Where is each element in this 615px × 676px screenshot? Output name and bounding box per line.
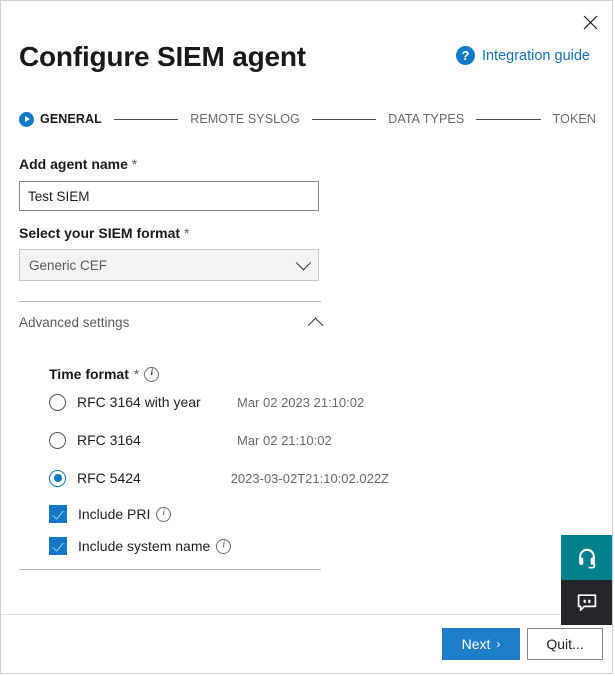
radio-rfc3164-with-year[interactable]: RFC 3164 with year Mar 02 2023 21:10:02 xyxy=(49,391,389,413)
checkbox-label-text: Include PRI xyxy=(78,506,150,522)
step-label: GENERAL xyxy=(40,112,102,126)
step-data-types[interactable]: DATA TYPES xyxy=(388,112,464,126)
required-asterisk: * xyxy=(134,366,139,382)
chevron-up-icon xyxy=(308,317,324,333)
close-icon[interactable] xyxy=(574,7,606,37)
radio-label: RFC 5424 xyxy=(77,470,231,486)
siem-format-label-text: Select your SIEM format xyxy=(19,225,180,241)
radio-sample: 2023-03-02T21:10:02.022Z xyxy=(231,471,389,486)
configure-siem-agent-dialog: Configure SIEM agent ? Integration guide… xyxy=(0,0,613,674)
info-icon[interactable]: i xyxy=(144,367,159,382)
step-label: REMOTE SYSLOG xyxy=(190,112,300,126)
radio-icon xyxy=(49,394,66,411)
step-remote-syslog[interactable]: REMOTE SYSLOG xyxy=(190,112,300,126)
page-title: Configure SIEM agent xyxy=(19,39,306,75)
checkbox-label-text: Include system name xyxy=(78,538,210,554)
agent-name-label-text: Add agent name xyxy=(19,156,128,172)
support-headset-icon xyxy=(577,547,597,569)
agent-name-input[interactable] xyxy=(19,181,319,211)
support-widget-button[interactable] xyxy=(561,535,612,580)
next-button[interactable]: Next › xyxy=(442,628,520,660)
step-connector xyxy=(114,119,178,120)
chat-bubble-icon xyxy=(576,593,598,613)
quit-button[interactable]: Quit... xyxy=(527,628,603,660)
radio-sample: Mar 02 21:10:02 xyxy=(237,433,332,448)
chat-widget-button[interactable] xyxy=(561,580,612,625)
checkbox-icon xyxy=(49,537,67,555)
siem-format-label: Select your SIEM format * xyxy=(19,225,189,241)
radio-label: RFC 3164 with year xyxy=(77,394,237,410)
dialog-header: Configure SIEM agent ? Integration guide xyxy=(1,39,612,79)
step-connector xyxy=(312,119,376,120)
integration-guide-label: Integration guide xyxy=(482,48,590,64)
wizard-stepper: GENERAL REMOTE SYSLOG DATA TYPES TOKEN xyxy=(19,109,596,129)
siem-format-select[interactable]: Generic CEF xyxy=(19,249,319,281)
time-format-title: Time format * i xyxy=(49,366,159,382)
info-icon[interactable]: i xyxy=(156,507,171,522)
agent-name-label: Add agent name * xyxy=(19,156,137,172)
step-connector xyxy=(476,119,540,120)
radio-rfc5424[interactable]: RFC 5424 2023-03-02T21:10:02.022Z xyxy=(49,467,389,489)
required-asterisk: * xyxy=(132,156,137,172)
quit-button-label: Quit... xyxy=(546,636,583,652)
radio-sample: Mar 02 2023 21:10:02 xyxy=(237,395,364,410)
chevron-right-icon: › xyxy=(496,637,500,651)
step-general[interactable]: GENERAL xyxy=(19,112,102,127)
advanced-settings-label: Advanced settings xyxy=(19,315,310,330)
section-divider xyxy=(19,301,321,302)
step-current-icon xyxy=(19,112,34,127)
radio-icon xyxy=(49,432,66,449)
step-label: TOKEN xyxy=(553,112,596,126)
checkbox-label: Include PRI i xyxy=(78,506,171,522)
chevron-down-icon xyxy=(296,254,312,270)
checkbox-label: Include system name i xyxy=(78,538,231,554)
step-label: DATA TYPES xyxy=(388,112,464,126)
siem-format-value: Generic CEF xyxy=(29,258,298,273)
next-button-label: Next xyxy=(462,636,491,652)
checkbox-include-system-name[interactable]: Include system name i xyxy=(49,535,349,557)
radio-label: RFC 3164 xyxy=(77,432,237,448)
radio-icon-selected xyxy=(49,470,66,487)
time-format-title-text: Time format xyxy=(49,366,129,382)
checkbox-icon xyxy=(49,505,67,523)
checkbox-include-pri[interactable]: Include PRI i xyxy=(49,503,349,525)
required-asterisk: * xyxy=(184,225,189,241)
advanced-settings-toggle[interactable]: Advanced settings xyxy=(19,311,321,333)
integration-guide-link[interactable]: ? Integration guide xyxy=(456,46,590,65)
question-circle-icon: ? xyxy=(456,46,475,65)
radio-rfc3164[interactable]: RFC 3164 Mar 02 21:10:02 xyxy=(49,429,389,451)
dialog-footer: Next › Quit... xyxy=(1,614,612,673)
info-icon[interactable]: i xyxy=(216,539,231,554)
step-token[interactable]: TOKEN xyxy=(553,112,596,126)
section-divider xyxy=(19,569,321,570)
